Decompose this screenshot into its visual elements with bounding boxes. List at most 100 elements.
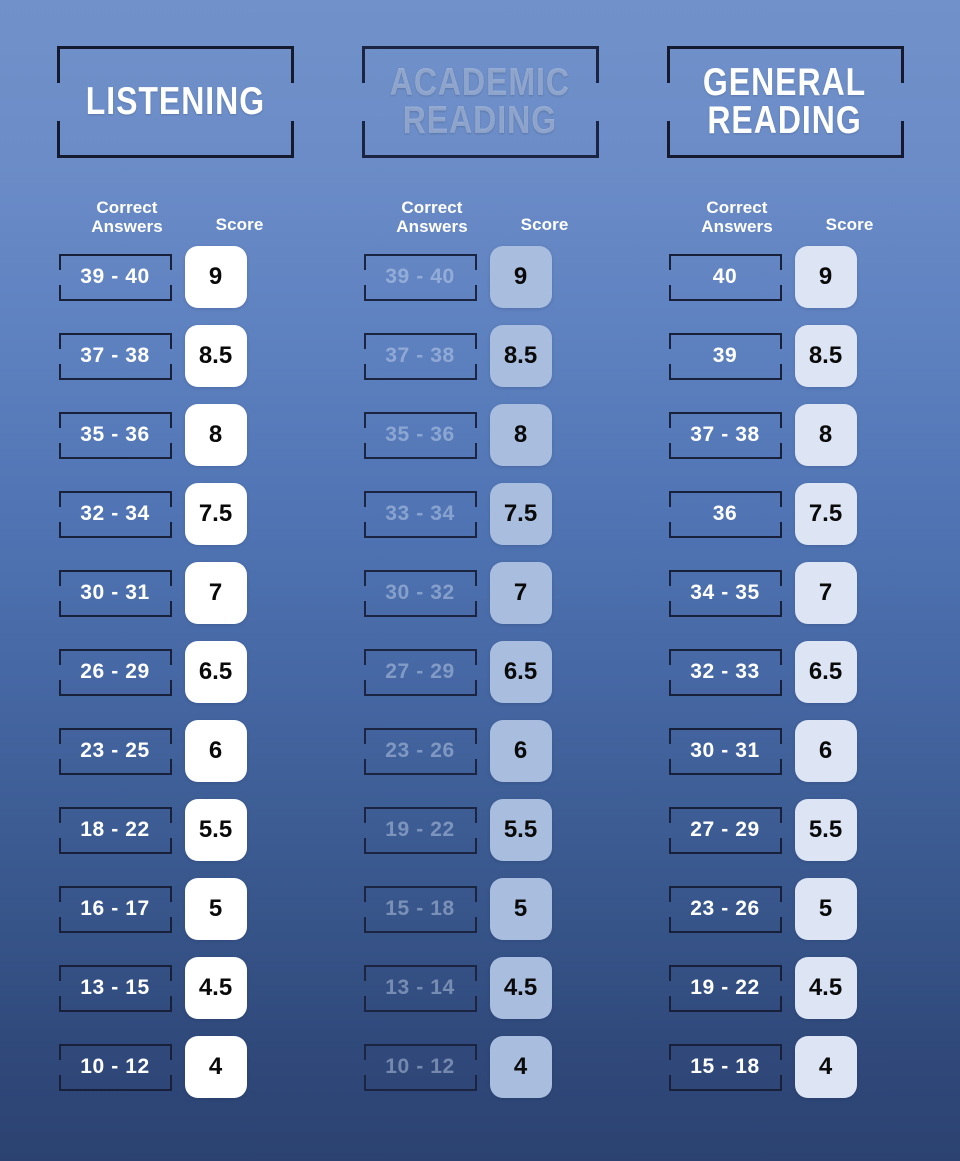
correct-answers-cell[interactable]: 36 xyxy=(668,490,782,538)
correct-answers-cell[interactable]: 35 - 36 xyxy=(58,411,172,459)
score-cell[interactable]: 9 xyxy=(794,246,857,308)
score-cell[interactable]: 7 xyxy=(184,562,247,624)
score-cell[interactable]: 8 xyxy=(794,404,857,466)
correct-answers-cell[interactable]: 10 - 12 xyxy=(58,1043,172,1091)
score-cell[interactable]: 6.5 xyxy=(794,641,857,703)
correct-answers-cell[interactable]: 10 - 12 xyxy=(363,1043,477,1091)
score-cell[interactable]: 8 xyxy=(184,404,247,466)
correct-answers-cell[interactable]: 37 - 38 xyxy=(668,411,782,459)
correct-answers-cell[interactable]: 23 - 26 xyxy=(363,727,477,775)
correct-answers-cell[interactable]: 30 - 31 xyxy=(668,727,782,775)
score-cell[interactable]: 8.5 xyxy=(184,325,247,387)
correct-answers-value: 16 - 17 xyxy=(80,897,150,920)
score-cell[interactable]: 8.5 xyxy=(489,325,552,387)
table-row: 27 - 29 6.5 xyxy=(363,641,599,703)
score-cell[interactable]: 7.5 xyxy=(489,483,552,545)
header-box-general-reading[interactable]: GENERAL READING xyxy=(666,46,904,158)
score-cell[interactable]: 4 xyxy=(794,1036,857,1098)
correct-answers-cell[interactable]: 23 - 25 xyxy=(58,727,172,775)
table-row: 15 - 18 4 xyxy=(668,1036,904,1098)
score-cell[interactable]: 6.5 xyxy=(489,641,552,703)
table-row: 30 - 32 7 xyxy=(363,562,599,624)
correct-answers-cell[interactable]: 37 - 38 xyxy=(363,332,477,380)
score-cell[interactable]: 6 xyxy=(489,720,552,782)
correct-answers-cell[interactable]: 13 - 15 xyxy=(58,964,172,1012)
score-cell[interactable]: 7 xyxy=(794,562,857,624)
correct-answers-cell[interactable]: 27 - 29 xyxy=(668,806,782,854)
score-cell[interactable]: 5.5 xyxy=(184,799,247,861)
correct-answers-value: 35 - 36 xyxy=(385,423,455,446)
correct-answers-cell[interactable]: 16 - 17 xyxy=(58,885,172,933)
correct-answers-cell[interactable]: 32 - 33 xyxy=(668,648,782,696)
correct-answers-cell[interactable]: 32 - 34 xyxy=(58,490,172,538)
score-cell[interactable]: 4.5 xyxy=(184,957,247,1019)
correct-answers-cell[interactable]: 30 - 32 xyxy=(363,569,477,617)
correct-answers-cell[interactable]: 35 - 36 xyxy=(363,411,477,459)
score-cell[interactable]: 4 xyxy=(184,1036,247,1098)
correct-answers-value: 35 - 36 xyxy=(80,423,150,446)
table-row: 10 - 12 4 xyxy=(58,1036,294,1098)
correct-answers-cell[interactable]: 33 - 34 xyxy=(363,490,477,538)
correct-answers-cell[interactable]: 39 - 40 xyxy=(58,253,172,301)
correct-answers-value: 19 - 22 xyxy=(690,976,760,999)
table-row: 30 - 31 6 xyxy=(668,720,904,782)
score-cell[interactable]: 5.5 xyxy=(794,799,857,861)
correct-answers-cell[interactable]: 15 - 18 xyxy=(668,1043,782,1091)
score-cell[interactable]: 5 xyxy=(184,878,247,940)
score-cell[interactable]: 6 xyxy=(184,720,247,782)
column-academic-reading: ACADEMIC READING Correct Answers Score 3… xyxy=(358,46,603,1161)
label-correct-answers: Correct Answers xyxy=(396,197,468,236)
score-conversion-board: LISTENING Correct Answers Score 39 - 40 9… xyxy=(0,0,960,1161)
score-cell[interactable]: 8.5 xyxy=(794,325,857,387)
header-box-listening[interactable]: LISTENING xyxy=(56,46,294,158)
score-cell[interactable]: 4.5 xyxy=(489,957,552,1019)
correct-answers-cell[interactable]: 19 - 22 xyxy=(363,806,477,854)
label-correct-answers: Correct Answers xyxy=(91,197,163,236)
correct-answers-cell[interactable]: 39 - 40 xyxy=(363,253,477,301)
score-cell[interactable]: 5 xyxy=(489,878,552,940)
score-cell[interactable]: 6.5 xyxy=(184,641,247,703)
score-cell[interactable]: 8 xyxy=(489,404,552,466)
table-row: 30 - 31 7 xyxy=(58,562,294,624)
score-cell[interactable]: 7 xyxy=(489,562,552,624)
correct-answers-value: 33 - 34 xyxy=(385,502,455,525)
correct-answers-value: 18 - 22 xyxy=(80,818,150,841)
correct-answers-cell[interactable]: 37 - 38 xyxy=(58,332,172,380)
correct-answers-cell[interactable]: 23 - 26 xyxy=(668,885,782,933)
score-cell[interactable]: 9 xyxy=(489,246,552,308)
correct-answers-value: 10 - 12 xyxy=(385,1055,455,1078)
table-row: 26 - 29 6.5 xyxy=(58,641,294,703)
correct-answers-value: 40 xyxy=(712,265,738,288)
correct-answers-cell[interactable]: 15 - 18 xyxy=(363,885,477,933)
score-cell[interactable]: 5.5 xyxy=(489,799,552,861)
correct-answers-cell[interactable]: 34 - 35 xyxy=(668,569,782,617)
score-cell[interactable]: 7.5 xyxy=(184,483,247,545)
correct-answers-value: 13 - 15 xyxy=(80,976,150,999)
correct-answers-cell[interactable]: 39 xyxy=(668,332,782,380)
correct-answers-value: 23 - 26 xyxy=(690,897,760,920)
table-row: 39 - 40 9 xyxy=(58,246,294,308)
score-cell[interactable]: 7.5 xyxy=(794,483,857,545)
correct-answers-cell[interactable]: 18 - 22 xyxy=(58,806,172,854)
header-title-academic-reading: ACADEMIC READING xyxy=(389,61,571,142)
correct-answers-cell[interactable]: 13 - 14 xyxy=(363,964,477,1012)
score-cell[interactable]: 4 xyxy=(489,1036,552,1098)
header-box-academic-reading[interactable]: ACADEMIC READING xyxy=(361,46,599,158)
rows-academic-reading: 39 - 40 9 37 - 38 8.5 35 - 36 8 33 - 34 7.5 30 -… xyxy=(362,246,599,1098)
header-title-general-reading: GENERAL READING xyxy=(703,61,867,142)
table-row: 35 - 36 8 xyxy=(58,404,294,466)
table-row: 19 - 22 5.5 xyxy=(363,799,599,861)
correct-answers-value: 13 - 14 xyxy=(385,976,455,999)
correct-answers-value: 39 - 40 xyxy=(385,265,455,288)
correct-answers-cell[interactable]: 27 - 29 xyxy=(363,648,477,696)
correct-answers-cell[interactable]: 30 - 31 xyxy=(58,569,172,617)
score-cell[interactable]: 6 xyxy=(794,720,857,782)
score-cell[interactable]: 5 xyxy=(794,878,857,940)
score-cell[interactable]: 4.5 xyxy=(794,957,857,1019)
table-row: 15 - 18 5 xyxy=(363,878,599,940)
correct-answers-cell[interactable]: 26 - 29 xyxy=(58,648,172,696)
correct-answers-value: 30 - 32 xyxy=(385,581,455,604)
correct-answers-cell[interactable]: 19 - 22 xyxy=(668,964,782,1012)
correct-answers-cell[interactable]: 40 xyxy=(668,253,782,301)
score-cell[interactable]: 9 xyxy=(184,246,247,308)
